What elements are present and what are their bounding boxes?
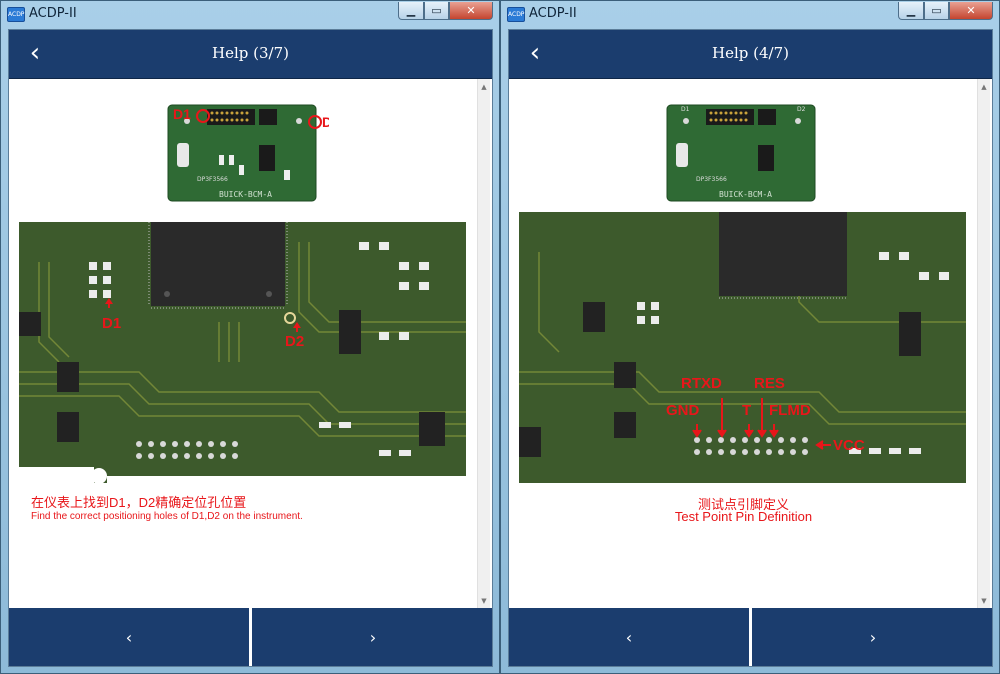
- svg-text:DP3F3566: DP3F3566: [696, 176, 727, 183]
- window-titlebar[interactable]: ACDP ACDP-II ▁ ▭ ✕: [501, 1, 999, 27]
- page-header: ‹ Help (3/7): [9, 30, 492, 79]
- footer-nav: ‹ ›: [509, 608, 992, 666]
- next-page-button[interactable]: ›: [252, 608, 492, 666]
- d1-silk-label: D1: [681, 106, 690, 113]
- page-header: ‹ Help (4/7): [509, 30, 992, 79]
- scroll-up-icon[interactable]: ▲: [478, 81, 490, 93]
- d1-label: D1: [173, 106, 191, 122]
- board-silkscreen: BUICK-BCM-A: [719, 190, 772, 199]
- d1-pcb-label: D1: [102, 315, 121, 332]
- maximize-button[interactable]: ▭: [424, 2, 449, 20]
- module-board-image: DP3F3566 BUICK-BCM-A D1 D2: [167, 104, 329, 202]
- client-area: ‹ Help (4/7) D1 D2 DP3F3566 BUICK-BCM-A …: [508, 29, 993, 667]
- gnd-label: GND: [666, 402, 700, 419]
- minimize-button[interactable]: ▁: [898, 2, 924, 20]
- footer-nav: ‹ ›: [9, 608, 492, 666]
- vertical-scrollbar[interactable]: ▲ ▼: [977, 79, 990, 609]
- window-title: ACDP-II: [29, 6, 77, 21]
- close-button[interactable]: ✕: [949, 2, 993, 20]
- svg-text:DP3F3566: DP3F3566: [197, 176, 228, 183]
- window-title: ACDP-II: [529, 6, 577, 21]
- res-label: RES: [754, 375, 785, 392]
- instrument-pcb-image: D1 D2: [19, 222, 466, 483]
- help-content: DP3F3566 BUICK-BCM-A D1 D2: [9, 79, 478, 609]
- flmd-label: FLMD: [769, 402, 811, 419]
- d2-pcb-label: D2: [285, 333, 304, 350]
- board-silkscreen: BUICK-BCM-A: [219, 190, 272, 199]
- instrument-pcb-image: RTXD RES GND T FLMD VCC: [519, 212, 966, 483]
- caption-english: Find the correct positioning holes of D1…: [31, 511, 303, 522]
- d2-silk-label: D2: [797, 106, 806, 113]
- app-icon: ACDP: [7, 7, 25, 22]
- scroll-down-icon[interactable]: ▼: [478, 595, 490, 607]
- help-window-4: ACDP ACDP-II ▁ ▭ ✕ ‹ Help (4/7) D1 D2 DP…: [500, 0, 1000, 674]
- module-board-image: D1 D2 DP3F3566 BUICK-BCM-A: [666, 104, 816, 202]
- page-title: Help (3/7): [212, 44, 289, 62]
- caption-chinese: 在仪表上找到D1，D2精确定位孔位置: [31, 495, 247, 510]
- vcc-label: VCC: [833, 437, 865, 454]
- next-page-button[interactable]: ›: [752, 608, 992, 666]
- d2-label: D2: [322, 114, 329, 130]
- scroll-down-icon[interactable]: ▼: [978, 595, 990, 607]
- previous-page-button[interactable]: ‹: [509, 608, 749, 666]
- window-titlebar[interactable]: ACDP ACDP-II ▁ ▭ ✕: [1, 1, 499, 27]
- caption-english: Test Point Pin Definition: [674, 509, 813, 524]
- t-label: T: [742, 402, 751, 419]
- rtxd-label: RTXD: [681, 375, 722, 392]
- client-area: ‹ Help (3/7) DP3F3566 BUICK-BCM-A D1 D1 …: [8, 29, 493, 667]
- help-window-3: ACDP ACDP-II ▁ ▭ ✕ ‹ Help (3/7) DP3F3566…: [0, 0, 500, 674]
- help-content: D1 D2 DP3F3566 BUICK-BCM-A RTXD RES GND …: [509, 79, 978, 609]
- minimize-button[interactable]: ▁: [398, 2, 424, 20]
- maximize-button[interactable]: ▭: [924, 2, 949, 20]
- previous-page-button[interactable]: ‹: [9, 608, 249, 666]
- scroll-up-icon[interactable]: ▲: [978, 81, 990, 93]
- vertical-scrollbar[interactable]: ▲ ▼: [477, 79, 490, 609]
- app-icon: ACDP: [507, 7, 525, 22]
- close-button[interactable]: ✕: [449, 2, 493, 20]
- page-title: Help (4/7): [712, 44, 789, 62]
